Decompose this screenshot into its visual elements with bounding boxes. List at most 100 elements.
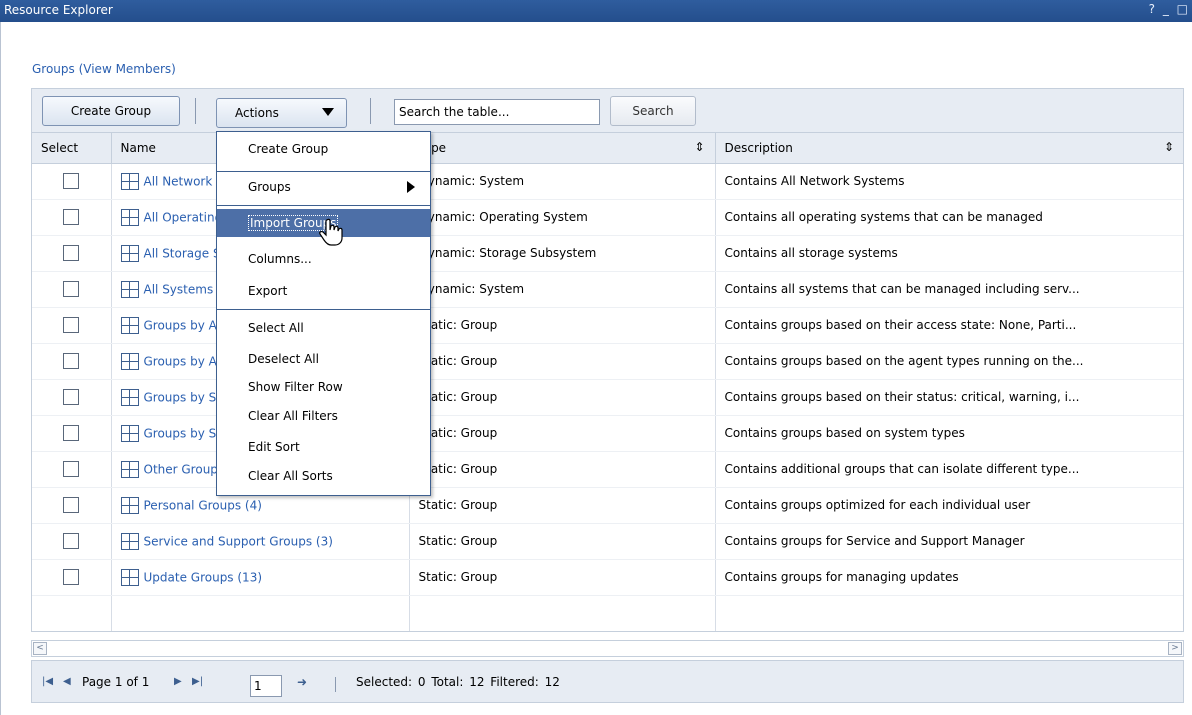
select-cell <box>32 523 112 560</box>
scroll-right-icon[interactable]: > <box>1168 642 1182 655</box>
group-grid-icon <box>120 388 139 406</box>
go-arrow-icon[interactable]: ➜ <box>297 675 307 689</box>
group-grid-icon <box>120 172 139 190</box>
group-grid-icon <box>120 280 139 298</box>
sort-icon[interactable]: ⇕ <box>694 140 704 154</box>
menu-item-clear-all-sorts[interactable]: Clear All Sorts <box>217 462 430 490</box>
page-label: Page 1 of 1 <box>82 675 150 689</box>
description-cell: Contains groups for Service and Support … <box>715 523 1183 560</box>
menu-item-groups[interactable]: Groups <box>217 173 430 201</box>
name-cell: Service and Support Groups (3) <box>111 523 410 560</box>
sort-icon[interactable]: ⇕ <box>1164 140 1174 154</box>
select-cell <box>32 163 112 200</box>
row-checkbox[interactable] <box>63 533 80 549</box>
hand-pointer-icon <box>319 218 343 246</box>
row-checkbox[interactable] <box>63 497 80 513</box>
row-checkbox[interactable] <box>63 389 80 405</box>
submenu-arrow-icon <box>407 181 415 193</box>
row-checkbox[interactable] <box>63 209 80 225</box>
group-grid-icon <box>120 460 139 478</box>
search-button[interactable]: Search <box>610 96 696 126</box>
group-name-link[interactable]: Personal Groups (4) <box>144 498 262 512</box>
menu-item-select-all[interactable]: Select All <box>217 314 430 342</box>
table-row[interactable]: All Operating Systems (24)Dynamic: Opera… <box>32 199 1183 236</box>
menu-item-label: Show Filter Row <box>248 380 343 394</box>
row-checkbox[interactable] <box>63 317 80 333</box>
table-row[interactable]: Personal Groups (4) Static: Group Contains… <box>32 487 1183 524</box>
description-cell: Contains groups based on their access st… <box>715 307 1183 344</box>
groups-view-members-link[interactable]: Groups (View Members) <box>32 62 176 76</box>
description-cell: Contains all operating systems that can … <box>715 199 1183 236</box>
first-page-icon[interactable]: |◀ <box>42 676 53 687</box>
last-page-icon[interactable]: ▶| <box>192 676 203 687</box>
table-row[interactable]: Update Groups (13) Static: Group Contains … <box>32 559 1183 596</box>
table-row[interactable]: All Storage Systems (2) Dynamic: Storage … <box>32 235 1183 272</box>
horizontal-scrollbar[interactable]: < > <box>31 640 1184 657</box>
search-input[interactable] <box>394 99 600 125</box>
select-cell <box>32 451 112 488</box>
row-checkbox[interactable] <box>63 281 80 297</box>
type-cell: Dynamic: Storage Subsystem <box>409 235 716 272</box>
table-row[interactable]: Groups by Access (5) Static: Group Contain… <box>32 307 1183 344</box>
actions-dropdown-button[interactable]: Actions <box>216 98 347 128</box>
toolbar-separator <box>195 98 196 124</box>
menu-item-show-filter-row[interactable]: Show Filter Row <box>217 373 430 401</box>
group-name-link[interactable]: Service and Support Groups (3) <box>144 534 333 548</box>
table-row[interactable]: Groups by System Type (10)Static: GroupC… <box>32 415 1183 452</box>
select-cell <box>32 559 112 596</box>
row-checkbox[interactable] <box>63 353 80 369</box>
menu-item-deselect-all[interactable]: Deselect All <box>217 345 430 373</box>
description-cell: Contains groups based on system types <box>715 415 1183 452</box>
group-grid-icon <box>120 208 139 226</box>
type-cell: Static: Group <box>409 343 716 380</box>
menu-item-export[interactable]: Export <box>217 277 430 305</box>
select-cell <box>32 235 112 272</box>
empty-cell <box>715 595 1183 631</box>
menu-item-label: Columns... <box>248 252 312 266</box>
group-grid-icon <box>120 568 139 586</box>
menu-item-edit-sort[interactable]: Edit Sort <box>217 433 430 461</box>
menu-item-label: Groups <box>248 180 291 194</box>
menu-item-clear-all-filters[interactable]: Clear All Filters <box>217 402 430 430</box>
group-name-link[interactable]: Update Groups (13) <box>144 570 263 584</box>
scroll-left-icon[interactable]: < <box>33 642 47 655</box>
select-cell <box>32 487 112 524</box>
menu-separator <box>217 205 430 206</box>
groups-table: Select Name Type ⇕ Description ⇕ All Netwo… <box>31 132 1184 632</box>
type-cell: Static: Group <box>409 487 716 524</box>
table-row[interactable]: Groups by Status (4) Static: Group Contain… <box>32 379 1183 416</box>
table-pager: |◀ ◀ Page 1 of 1 ▶ ▶| ➜ Selected: 0 Tota… <box>31 660 1184 703</box>
type-cell: Dynamic: Operating System <box>409 199 716 236</box>
description-cell: Contains groups optimized for each indiv… <box>715 487 1183 524</box>
window-controls[interactable]: ? _ □ <box>1149 2 1190 16</box>
row-checkbox[interactable] <box>63 569 80 585</box>
table-row[interactable]: Groups by Agent (5) Static: Group Contains… <box>32 343 1183 380</box>
group-grid-icon <box>120 424 139 442</box>
menu-item-label: Clear All Sorts <box>248 469 333 483</box>
table-row[interactable]: All Network Systems (6)Dynamic: SystemCo… <box>32 163 1183 200</box>
page-number-input[interactable] <box>250 675 282 697</box>
row-checkbox[interactable] <box>63 425 80 441</box>
menu-separator <box>217 171 430 172</box>
description-cell: Contains All Network Systems <box>715 163 1183 200</box>
previous-page-icon[interactable]: ◀ <box>63 676 71 687</box>
column-header-description[interactable]: Description ⇕ <box>715 133 1183 164</box>
column-header-type[interactable]: Type ⇕ <box>409 133 716 164</box>
table-row[interactable]: Other Groups by System Type (8)Static: G… <box>32 451 1183 488</box>
create-group-button[interactable]: Create Group <box>42 96 180 126</box>
description-cell: Contains groups based on their status: c… <box>715 379 1183 416</box>
column-header-name-label: Name <box>120 140 156 155</box>
menu-item-label: Export <box>248 284 288 298</box>
row-checkbox[interactable] <box>63 461 80 477</box>
row-checkbox[interactable] <box>63 173 80 189</box>
table-toolbar: Create Group Actions Search <box>31 88 1184 132</box>
row-checkbox[interactable] <box>63 245 80 261</box>
menu-item-create-group[interactable]: Create Group <box>217 135 430 163</box>
column-header-select[interactable]: Select <box>32 133 112 164</box>
table-row[interactable]: All Systems (60) Dynamic: System Contains … <box>32 271 1183 308</box>
next-page-icon[interactable]: ▶ <box>174 676 182 687</box>
column-header-description-label: Description <box>724 140 793 155</box>
table-row[interactable]: Service and Support Groups (3) Static: Gr… <box>32 523 1183 560</box>
menu-item-columns[interactable]: Columns... <box>217 245 430 273</box>
menu-item-label: Edit Sort <box>248 440 300 454</box>
